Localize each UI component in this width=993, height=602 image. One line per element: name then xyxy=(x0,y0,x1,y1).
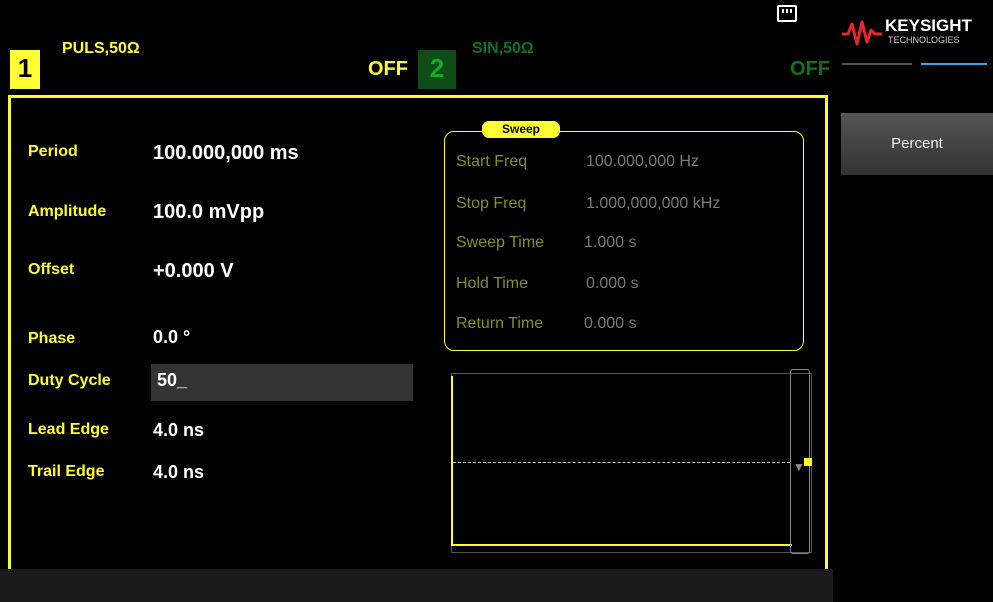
softkey-sidebar xyxy=(833,0,993,602)
channel-1-mode: PULS,50Ω xyxy=(62,40,140,57)
hold-time-label: Hold Time xyxy=(456,275,529,292)
channel-1-tab[interactable]: 1 xyxy=(10,50,40,89)
sweep-title: Sweep xyxy=(482,121,560,138)
stop-freq-label: Stop Freq xyxy=(456,195,527,212)
percent-softkey[interactable]: Percent xyxy=(841,113,993,175)
duty-cycle-label: Duty Cycle xyxy=(28,372,111,389)
brand-name: KEYSIGHT xyxy=(885,16,972,35)
channel-2-output-state: OFF xyxy=(790,58,830,80)
hold-time-value: 0.000 s xyxy=(586,275,639,292)
channel-2-mode: SIN,50Ω xyxy=(472,40,534,57)
waveform-centerline xyxy=(453,462,790,463)
usb-icon xyxy=(777,5,797,22)
brand-accent-divider xyxy=(921,63,987,65)
start-freq-label: Start Freq xyxy=(456,153,528,170)
return-time-value: 0.000 s xyxy=(584,315,637,332)
phase-value[interactable]: 0.0 ° xyxy=(153,327,190,348)
period-value[interactable]: 100.000,000 ms xyxy=(153,142,299,165)
keysight-wave-icon xyxy=(842,20,882,46)
offset-label: Offset xyxy=(28,261,75,278)
trail-edge-label: Trail Edge xyxy=(28,463,105,480)
sweep-time-label: Sweep Time xyxy=(456,234,545,251)
channel-2-tab[interactable]: 2 xyxy=(418,50,456,89)
offset-value[interactable]: +0.000 V xyxy=(153,260,234,283)
brand-divider xyxy=(842,63,912,65)
lead-edge-value[interactable]: 4.0 ns xyxy=(153,420,204,441)
start-freq-value: 100.000,000 Hz xyxy=(586,153,699,170)
stop-freq-value: 1.000,000,000 kHz xyxy=(586,195,721,212)
duty-cycle-input[interactable] xyxy=(151,364,413,401)
lead-edge-label: Lead Edge xyxy=(28,421,109,438)
level-marker xyxy=(804,458,812,466)
duty-cycle-value[interactable]: 50_ xyxy=(157,370,187,391)
brand-subtitle: TECHNOLOGIES xyxy=(888,35,960,45)
phase-label: Phase xyxy=(28,330,76,347)
period-label: Period xyxy=(28,143,78,160)
return-time-label: Return Time xyxy=(456,315,544,332)
status-strip xyxy=(0,569,833,602)
channel-1-output-state: OFF xyxy=(368,58,408,80)
amplitude-label: Amplitude xyxy=(28,203,107,220)
sweep-time-value: 1.000 s xyxy=(584,234,637,251)
amplitude-value[interactable]: 100.0 mVpp xyxy=(153,201,264,224)
waveform-preview xyxy=(451,376,792,546)
trail-edge-value[interactable]: 4.0 ns xyxy=(153,462,204,483)
